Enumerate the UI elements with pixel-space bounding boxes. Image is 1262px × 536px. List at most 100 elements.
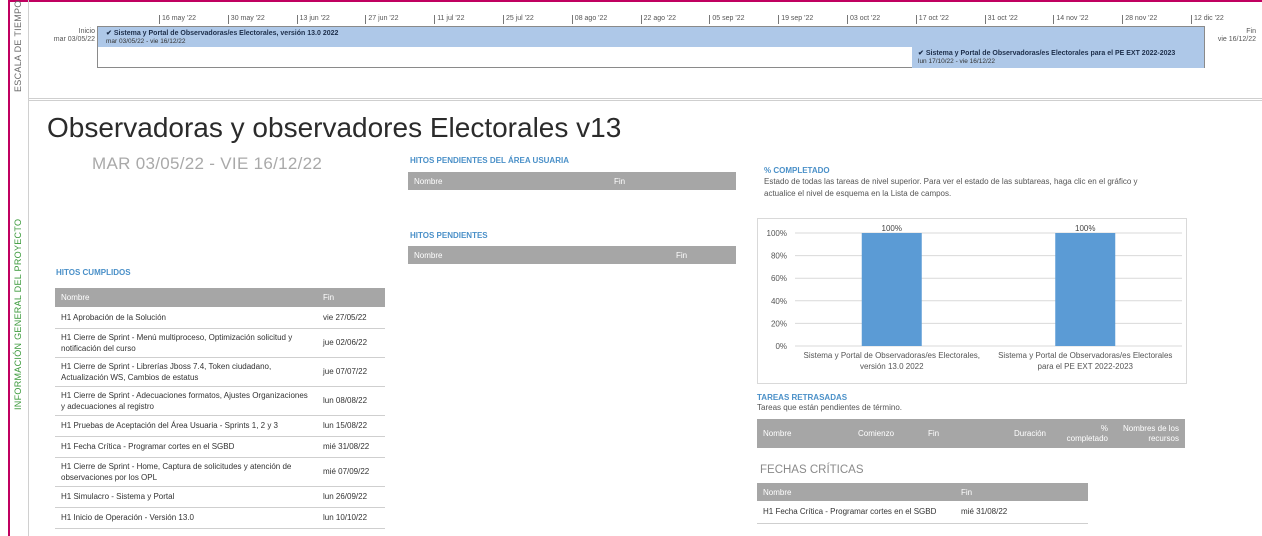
- table-row[interactable]: H1 Cierre de Sprint - Librerías Jboss 7.…: [55, 357, 385, 387]
- timeline-start-label: Inicio: [78, 28, 95, 35]
- milestones-done-title: HITOS CUMPLIDOS: [56, 268, 131, 277]
- pending-title: HITOS PENDIENTES: [410, 231, 488, 240]
- col-header-name: Nombre: [757, 483, 955, 501]
- milestone-end: lun 10/10/22: [317, 507, 385, 529]
- milestone-name: H1 Cierre de Sprint - Adecuaciones forma…: [55, 386, 317, 416]
- chart-y-tick-label: 40%: [771, 297, 787, 306]
- critical-name: H1 Fecha Crítica - Programar cortes en e…: [757, 501, 955, 524]
- milestone-end: jue 07/07/22: [317, 357, 385, 387]
- chart-data-label: 100%: [1075, 224, 1095, 233]
- milestone-name: H1 Cierre de Sprint - Librerías Jboss 7.…: [55, 357, 317, 387]
- timeline-bar-sub-dates: lun 17/10/22 - vie 16/12/22: [918, 58, 995, 65]
- col-header-end: Fin: [317, 288, 385, 307]
- timeline-start: Inicio mar 03/05/22: [45, 28, 95, 44]
- timeline-bar-main-title-text: Sistema y Portal de Observadoras/es Elec…: [113, 30, 339, 37]
- check-icon: ✔: [918, 50, 924, 57]
- table-header-row: Nombre Fin: [55, 288, 385, 307]
- milestone-name: H1 Cierre de Sprint - Menú multiproceso,…: [55, 328, 317, 358]
- pending-user-title: HITOS PENDIENTES DEL ÁREA USUARIA: [410, 156, 569, 165]
- milestone-name: H1 Fecha Crítica - Programar cortes en e…: [55, 436, 317, 458]
- table-header-row: Nombre Comienzo Fin Duración % completad…: [757, 419, 1185, 448]
- timeline-end-label: Fin: [1246, 28, 1256, 35]
- milestone-name: H1 Aprobación de la Solución: [55, 307, 317, 329]
- col-header-end: Fin: [608, 172, 736, 190]
- timeline-tick: 16 may '22: [158, 15, 197, 24]
- delayed-tasks-title: TAREAS RETRASADAS: [757, 393, 848, 402]
- chart-category-label: versión 13.0 2022: [860, 362, 924, 371]
- critical-dates-rows: H1 Fecha Crítica - Programar cortes en e…: [757, 501, 1088, 524]
- timeline-tick: 28 nov '22: [1122, 15, 1158, 24]
- chart-bar: [861, 233, 922, 346]
- timeline-tick: 03 oct '22: [846, 15, 881, 24]
- timeline-end-date: vie 16/12/22: [1217, 36, 1256, 43]
- table-row[interactable]: H1 Pruebas de Aceptación del Área Usuari…: [55, 415, 385, 437]
- timeline-tick: 31 oct '22: [984, 15, 1018, 24]
- timeline-tick: 12 dic '22: [1191, 15, 1224, 24]
- milestone-end: mié 07/09/22: [317, 457, 385, 487]
- table-row[interactable]: H1 Fecha Crítica - Programar cortes en e…: [55, 436, 385, 458]
- timeline-tick: 19 sep '22: [778, 15, 814, 24]
- chart-data-label: 100%: [882, 224, 902, 233]
- col-header-duration: Duración: [990, 419, 1052, 448]
- timeline-bar-sub-title: ✔ Sistema y Portal de Observadoras/es Ele…: [918, 49, 1175, 57]
- timeline-tick: 13 jun '22: [296, 15, 330, 24]
- chart-bar: [1055, 233, 1116, 346]
- critical-dates-title: FECHAS CRÍTICAS: [760, 464, 864, 476]
- chart-category-label: para el PE EXT 2022-2023: [1038, 362, 1134, 371]
- chart-y-tick-label: 0%: [775, 342, 787, 351]
- critical-end: mié 31/08/22: [955, 501, 1088, 524]
- timeline-side-label: ESCALA DE TIEMPO: [13, 0, 23, 92]
- table-row[interactable]: H1 Aprobación de la Solución vie 27/05/22: [55, 307, 385, 329]
- chart-y-tick-label: 60%: [771, 274, 787, 283]
- timeline-divider: [29, 98, 1262, 101]
- timeline-tick: 05 sep '22: [709, 15, 745, 24]
- pending-user-table[interactable]: Nombre Fin: [408, 172, 736, 190]
- table-row[interactable]: H1 Fecha Crítica - Programar cortes en e…: [757, 501, 1088, 524]
- timeline-tick: 14 nov '22: [1053, 15, 1089, 24]
- project-dates: MAR 03/05/22 - VIE 16/12/22: [92, 154, 323, 173]
- frame-border-left: [8, 0, 10, 536]
- table-row[interactable]: H1 Simulacro - Sistema y Portal lun 26/09…: [55, 486, 385, 508]
- check-icon: ✔: [106, 30, 112, 37]
- timeline-bar-main-dates: mar 03/05/22 - vie 16/12/22: [106, 38, 186, 45]
- timeline-tick: 30 may '22: [227, 15, 265, 24]
- timeline-tick: 17 oct '22: [915, 15, 949, 24]
- milestone-end: vie 27/05/22: [317, 307, 385, 329]
- timeline-tick: 25 jul '22: [503, 15, 534, 24]
- table-row[interactable]: H1 Cierre de Sprint - Menú multiproceso,…: [55, 328, 385, 358]
- timeline-bar-sub[interactable]: ✔ Sistema y Portal de Observadoras/es Ele…: [912, 46, 1204, 68]
- table-row[interactable]: H1 Inicio de Operación - Versión 13.0 lun…: [55, 507, 385, 529]
- chart-y-tick-label: 100%: [767, 229, 787, 238]
- table-row[interactable]: H1 Cierre de Sprint - Home, Captura de s…: [55, 457, 385, 487]
- timeline-bar-sub-title-text: Sistema y Portal de Observadoras/es Elec…: [925, 50, 1176, 57]
- percent-complete-chart: 0% 20% 40% 60% 80% 100% 100% Sistema y Portal d…: [767, 224, 1182, 371]
- col-header-end: Fin: [922, 419, 990, 448]
- col-header-name: Nombre: [408, 172, 608, 190]
- timeline-bar-main[interactable]: ✔ Sistema y Portal de Observadoras/es Ele…: [98, 27, 1204, 47]
- timeline-tick: 22 ago '22: [640, 15, 677, 24]
- chart-y-tick-label: 20%: [771, 319, 787, 328]
- table-header-row: Nombre Fin: [757, 483, 1088, 501]
- timeline-tick: 08 ago '22: [571, 15, 608, 24]
- timeline-tick: 27 jun '22: [365, 15, 399, 24]
- timeline-tick: 11 jul '22: [434, 15, 465, 24]
- delayed-tasks-table[interactable]: Nombre Comienzo Fin Duración % completad…: [757, 419, 1185, 448]
- chart-category-label: Sistema y Portal de Observadoras/es Elec…: [998, 351, 1172, 360]
- milestone-end: lun 08/08/22: [317, 386, 385, 416]
- col-header-start: Comienzo: [852, 419, 922, 448]
- percent-complete-description: Estado de todas las tareas de nivel supe…: [764, 177, 1138, 198]
- milestones-done-table[interactable]: Nombre Fin H1 Aprobación de la Solución v…: [55, 288, 385, 529]
- critical-dates-table[interactable]: Nombre Fin H1 Fecha Crítica - Programar …: [757, 483, 1088, 524]
- delayed-tasks-description: Tareas que están pendientes de término.: [757, 403, 902, 412]
- milestone-name: H1 Cierre de Sprint - Home, Captura de s…: [55, 457, 317, 487]
- table-header-row: Nombre Fin: [408, 172, 736, 190]
- table-row[interactable]: H1 Cierre de Sprint - Adecuaciones forma…: [55, 386, 385, 416]
- pending-table[interactable]: Nombre Fin: [408, 246, 736, 264]
- overview-side-label: INFORMACIÓN GENERAL DEL PROYECTO: [13, 218, 23, 410]
- chart-category-label: Sistema y Portal de Observadoras/es Elec…: [803, 351, 980, 360]
- timeline-start-date: mar 03/05/22: [53, 36, 95, 43]
- table-header-row: Nombre Fin: [408, 246, 736, 264]
- milestone-name: H1 Simulacro - Sistema y Portal: [55, 486, 317, 508]
- col-header-percent: % completado: [1052, 419, 1114, 448]
- col-header-end: Fin: [670, 246, 736, 264]
